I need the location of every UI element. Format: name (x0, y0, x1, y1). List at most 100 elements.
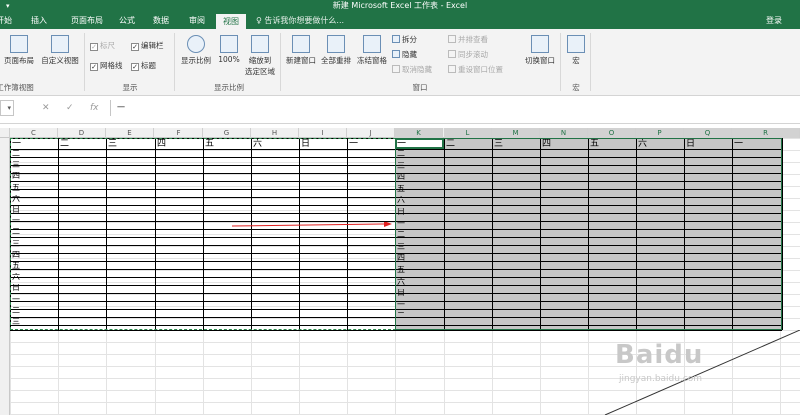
arrange-all-label: 全部重排 (321, 56, 351, 65)
column-header-e[interactable]: E (106, 128, 154, 138)
group-label-workbook-views: 工作簿视图 (0, 83, 34, 92)
group-label-window: 窗口 (412, 83, 428, 92)
tab-view[interactable]: 视图 (216, 14, 246, 29)
column-headers: CDEFGHIJKLMNOPQR (0, 128, 800, 138)
freeze-panes-label: 冻结窗格 (357, 56, 387, 65)
page-layout-label: 页面布局 (4, 56, 34, 65)
formula-bar-checkbox[interactable]: ✓ 编辑栏 (131, 41, 164, 51)
zoom-to-selection-button[interactable]: 缩放到 选定区域 (242, 35, 278, 77)
cancel-icon[interactable]: ✕ (42, 100, 50, 116)
gridlines-checkbox[interactable]: ✓ 网格线 (90, 61, 123, 71)
ruler-label: 标尺 (100, 41, 115, 50)
tab-page-layout[interactable]: 页面布局 (60, 12, 114, 29)
column-header-h[interactable]: H (251, 128, 299, 138)
split-button[interactable]: 拆分 (392, 35, 417, 45)
page-layout-view-button[interactable]: 页面布局 (0, 35, 38, 66)
insert-function-icon[interactable]: fx (90, 100, 99, 116)
arrange-all-icon (327, 35, 345, 53)
column-header-q[interactable]: Q (684, 128, 732, 138)
tab-home[interactable]: 开始 (0, 12, 16, 29)
group-label-zoom: 显示比例 (214, 83, 244, 92)
column-header-p[interactable]: P (636, 128, 684, 138)
ribbon-tabs: 开始 插入 页面布局 公式 数据 审阅 视图 ♀ 告诉我你想要做什么... 登录 (0, 12, 800, 29)
custom-views-label: 自定义视图 (41, 56, 79, 65)
reset-position-icon (448, 65, 456, 73)
tab-insert[interactable]: 插入 (24, 12, 54, 29)
ruler-checkbox[interactable]: ✓ 标尺 (90, 41, 115, 51)
split-label: 拆分 (402, 35, 417, 44)
zoom-to-selection-label-2: 选定区域 (245, 67, 275, 76)
headings-label: 标题 (141, 61, 156, 70)
name-box[interactable]: ▾ (0, 100, 14, 116)
tell-me-text: 告诉我你想要做什么... (264, 16, 345, 25)
reset-position-label: 重设窗口位置 (458, 65, 503, 74)
zoom-to-selection-icon (251, 35, 269, 53)
hide-icon (392, 50, 400, 58)
sync-scroll-icon (448, 50, 456, 58)
reset-position-button[interactable]: 重设窗口位置 (448, 65, 503, 75)
column-header-m[interactable]: M (492, 128, 540, 138)
tab-data[interactable]: 数据 (146, 12, 176, 29)
formula-bar: ▾ ✕ ✓ fx 一 (0, 96, 800, 124)
column-header-l[interactable]: L (444, 128, 492, 138)
row-headers[interactable] (0, 138, 10, 415)
sync-scroll-label: 同步滚动 (458, 50, 488, 59)
formula-bar-label: 编辑栏 (141, 41, 164, 50)
column-header-j[interactable]: J (347, 128, 395, 138)
ribbon-separator (174, 33, 175, 91)
column-header-o[interactable]: O (588, 128, 636, 138)
macros-label: 宏 (572, 56, 580, 65)
unhide-button[interactable]: 取消隐藏 (392, 65, 432, 75)
baidu-watermark: Baidu jingyan.baidu.com (595, 330, 800, 415)
new-window-label: 新建窗口 (286, 56, 316, 65)
arrow-annotation (232, 222, 392, 227)
column-header-g[interactable]: G (203, 128, 251, 138)
new-window-button[interactable]: 新建窗口 (284, 35, 318, 66)
switch-windows-icon (531, 35, 549, 53)
freeze-panes-icon (363, 35, 381, 53)
macros-button[interactable]: 宏 (564, 35, 588, 66)
arrange-all-button[interactable]: 全部重排 (318, 35, 354, 66)
column-header-k[interactable]: K (395, 128, 443, 138)
column-header-d[interactable]: D (58, 128, 106, 138)
page-layout-icon (10, 35, 28, 53)
tell-me-search[interactable]: ♀ 告诉我你想要做什么... (256, 12, 344, 29)
zoom-100-button[interactable]: 100% (214, 35, 244, 64)
ribbon-separator (84, 33, 85, 91)
table-border (10, 330, 395, 331)
new-window-icon (292, 35, 310, 53)
selection-border (395, 138, 782, 330)
checkbox-icon: ✓ (90, 63, 98, 71)
login-button[interactable]: 登录 (766, 12, 782, 29)
zoom-100-label: 100% (218, 55, 240, 64)
freeze-panes-button[interactable]: 冻结窗格 (354, 35, 390, 66)
hide-button[interactable]: 隐藏 (392, 50, 417, 60)
custom-views-button[interactable]: 自定义视图 (38, 35, 82, 66)
ribbon-separator (590, 33, 591, 91)
column-header-i[interactable]: I (299, 128, 347, 138)
enter-icon[interactable]: ✓ (66, 100, 74, 116)
column-header-n[interactable]: N (540, 128, 588, 138)
unhide-label: 取消隐藏 (402, 65, 432, 74)
zoom-to-selection-label-1: 缩放到 (248, 56, 272, 65)
gridlines-label: 网格线 (100, 61, 123, 70)
unhide-icon (392, 65, 400, 73)
column-header-r[interactable]: R (732, 128, 800, 138)
switch-windows-button[interactable]: 切换窗口 (520, 35, 560, 66)
ribbon-separator (560, 33, 561, 91)
tab-review[interactable]: 审阅 (182, 12, 212, 29)
select-all-corner[interactable] (0, 128, 10, 138)
ribbon-view: 页面布局 自定义视图 工作簿视图 ✓ 标尺 ✓ 编辑栏 ✓ 网格线 ✓ 标题 显示 显示… (0, 29, 800, 96)
headings-checkbox[interactable]: ✓ 标题 (131, 61, 156, 71)
copy-marquee (10, 138, 396, 330)
zoom-button[interactable]: 显示比例 (178, 35, 214, 66)
column-header-f[interactable]: F (155, 128, 203, 138)
side-by-side-button[interactable]: 并排查看 (448, 35, 488, 45)
watermark-sub: jingyan.baidu.com (619, 374, 703, 384)
formula-input[interactable]: 一 (110, 100, 800, 116)
checkbox-icon: ✓ (131, 63, 139, 71)
sync-scroll-button[interactable]: 同步滚动 (448, 50, 488, 60)
tab-formulas[interactable]: 公式 (112, 12, 142, 29)
title-bar: ▾ 新建 Microsoft Excel 工作表 - Excel (0, 0, 800, 12)
column-header-c[interactable]: C (10, 128, 58, 138)
